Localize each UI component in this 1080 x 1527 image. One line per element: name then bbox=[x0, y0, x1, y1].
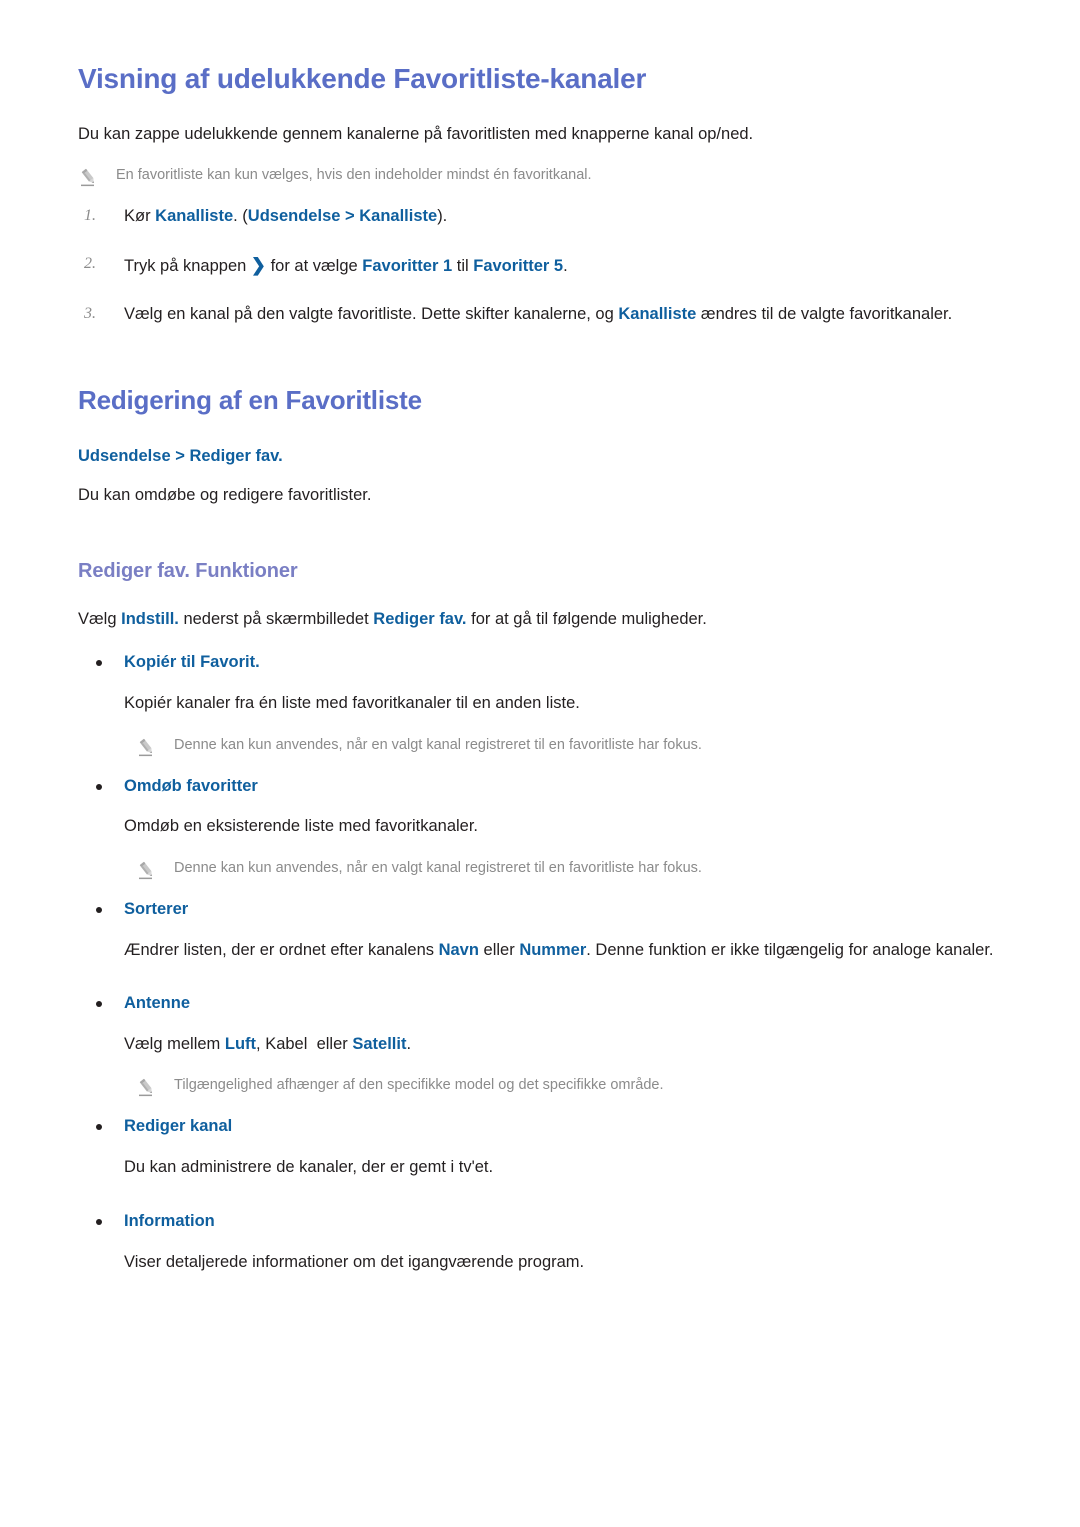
note-row: Denne kan kun anvendes, når en valgt kan… bbox=[136, 735, 1002, 758]
menu-path: Udsendelse > Rediger fav. bbox=[78, 447, 283, 466]
option-title: Sorterer bbox=[78, 897, 1002, 922]
bullet-icon bbox=[96, 660, 102, 667]
section2-lead-paragraph: Vælg Indstill. nederst på skærmbilledet … bbox=[78, 609, 707, 628]
bullet-icon bbox=[96, 1124, 102, 1131]
option-title-label: Sorterer bbox=[124, 899, 189, 918]
note-text: Tilgængelighed afhænger af den specifikk… bbox=[174, 1077, 664, 1094]
step-item: 1. Kør Kanalliste. (Udsendelse > Kanalli… bbox=[78, 204, 1002, 230]
note-row: En favoritliste kan kun vælges, hvis den… bbox=[78, 165, 1002, 188]
option-title: Omdøb favoritter bbox=[78, 774, 1002, 799]
note-text: Denne kan kun anvendes, når en valgt kan… bbox=[174, 859, 702, 876]
numbered-steps-list: 1. Kør Kanalliste. (Udsendelse > Kanalli… bbox=[78, 204, 1002, 327]
step-number: 3. bbox=[84, 304, 96, 322]
option-description: Omdøb en eksisterende liste med favoritk… bbox=[124, 817, 479, 836]
step-text: Kør Kanalliste. (Udsendelse > Kanalliste… bbox=[124, 207, 448, 226]
step-text: Vælg en kanal på den valgte favoritliste… bbox=[124, 304, 953, 323]
pencil-icon bbox=[78, 166, 100, 188]
note-text: En favoritliste kan kun vælges, hvis den… bbox=[116, 167, 592, 184]
option-title-label: Antenne bbox=[124, 994, 190, 1013]
step-item: 3. Vælg en kanal på den valgte favoritli… bbox=[78, 302, 1002, 328]
options-list: Kopiér til Favorit. Kopiér kanaler fra é… bbox=[78, 650, 1002, 1275]
option-description: Kopiér kanaler fra én liste med favoritk… bbox=[124, 693, 580, 712]
section2-heading: Redigering af en Favoritliste bbox=[78, 385, 422, 416]
pencil-icon bbox=[136, 1076, 158, 1098]
bullet-icon bbox=[96, 783, 102, 790]
section2-intro-paragraph: Du kan omdøbe og redigere favoritlister. bbox=[78, 486, 372, 505]
step-number: 2. bbox=[84, 254, 96, 272]
chevron-right-icon: ❯ bbox=[250, 254, 266, 275]
note-row: Tilgængelighed afhænger af den specifikk… bbox=[136, 1075, 1002, 1098]
bullet-icon bbox=[96, 1218, 102, 1225]
note-row: Denne kan kun anvendes, når en valgt kan… bbox=[136, 858, 1002, 881]
bullet-icon bbox=[96, 906, 102, 913]
option-title-label: Information bbox=[124, 1211, 215, 1230]
option-title: Antenne bbox=[78, 991, 1002, 1016]
bullet-icon bbox=[96, 1001, 102, 1008]
option-title: Kopiér til Favorit. bbox=[78, 650, 1002, 675]
option-title: Rediger kanal bbox=[78, 1114, 1002, 1139]
option-description: Vælg mellem Luft, Kabel eller Satellit. bbox=[124, 1034, 412, 1053]
option-description: Viser detaljerede informationer om det i… bbox=[124, 1252, 585, 1271]
option-title: Information bbox=[78, 1209, 1002, 1234]
pencil-icon bbox=[136, 859, 158, 881]
section1-intro-paragraph: Du kan zappe udelukkende gennem kanalern… bbox=[78, 124, 754, 143]
option-title-label: Kopiér til Favorit. bbox=[124, 653, 260, 672]
pencil-icon bbox=[136, 736, 158, 758]
option-title-label: Rediger kanal bbox=[124, 1117, 233, 1136]
section2-subheading: Rediger fav. Funktioner bbox=[78, 559, 298, 582]
note-text: Denne kan kun anvendes, når en valgt kan… bbox=[174, 736, 702, 753]
step-text: Tryk på knappen ❯ for at vælge Favoritte… bbox=[124, 254, 568, 275]
document-page: Visning af udelukkende Favoritliste-kana… bbox=[0, 0, 1080, 1527]
step-item: 2. Tryk på knappen ❯ for at vælge Favori… bbox=[78, 252, 1002, 280]
page-title: Visning af udelukkende Favoritliste-kana… bbox=[78, 63, 647, 94]
option-description: Du kan administrere de kanaler, der er g… bbox=[124, 1158, 494, 1177]
step-number: 1. bbox=[84, 207, 96, 225]
option-title-label: Omdøb favoritter bbox=[124, 776, 258, 795]
option-description: Ændrer listen, der er ordnet efter kanal… bbox=[124, 940, 994, 959]
